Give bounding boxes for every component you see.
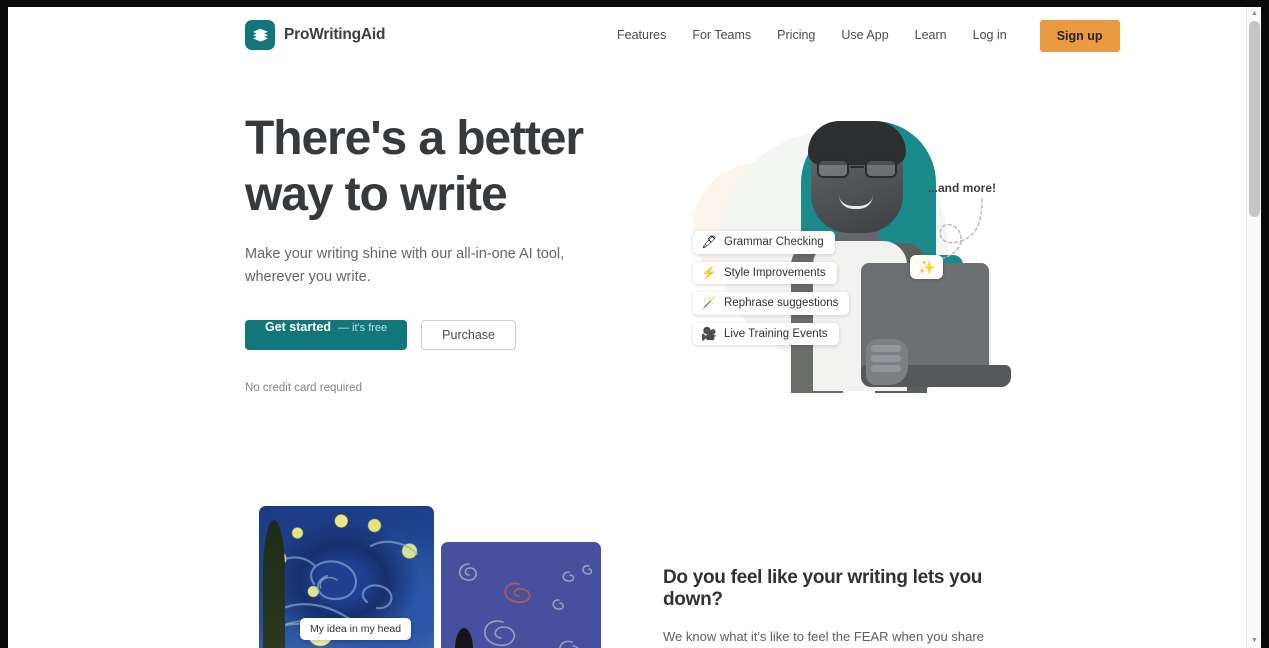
no-credit-card-note: No credit card required	[245, 382, 362, 394]
magic-wand-icon: 🪄	[701, 296, 717, 310]
brand-logo-link[interactable]: ProWritingAid	[245, 20, 386, 50]
feature-card-style-improvements[interactable]: ⚡ Style Improvements	[693, 261, 837, 284]
nav-item-for-teams[interactable]: For Teams	[679, 7, 764, 64]
feature-card-label: Live Training Events	[724, 327, 828, 340]
main-navigation: Features For Teams Pricing Use App Learn…	[604, 7, 1120, 64]
vertical-scrollbar[interactable]: ▲ ▼	[1246, 7, 1261, 648]
hero-section: There's a better way to write Make your …	[245, 111, 605, 394]
hero-subtitle: Make your writing shine with our all-in-…	[245, 246, 565, 285]
section2-text-block: Do you feel like your writing lets you d…	[663, 567, 1023, 648]
feature-card-list: 🖋 Grammar Checking ⚡ Style Improvements …	[693, 231, 893, 353]
purchase-button[interactable]: Purchase	[421, 320, 516, 350]
feature-card-rephrase-suggestions[interactable]: 🪄 Rephrase suggestions	[693, 292, 850, 315]
scroll-up-arrow-icon[interactable]: ▲	[1247, 7, 1261, 21]
sparkle-badge: ✨	[910, 255, 944, 279]
feature-card-grammar-checking[interactable]: 🖋 Grammar Checking	[693, 231, 835, 254]
doodle-drawing-card	[441, 542, 601, 648]
nav-item-use-app[interactable]: Use App	[828, 7, 901, 64]
and-more-label: ...and more!	[928, 181, 997, 195]
my-idea-label: My idea in my head	[300, 618, 412, 640]
get-started-sublabel: — it's free	[338, 322, 388, 334]
hero-cta-group: Get started — it's free Purchase	[245, 320, 605, 350]
movie-camera-icon: 🎥	[701, 326, 717, 341]
scroll-down-arrow-icon[interactable]: ▼	[1247, 634, 1261, 648]
eyeglasses-icon	[817, 159, 897, 178]
quill-pen-icon: 🖋	[701, 235, 717, 249]
nav-item-features[interactable]: Features	[604, 7, 679, 64]
section2-body-text: We know what it's like to feel the FEAR …	[663, 629, 984, 644]
sign-up-button[interactable]: Sign up	[1039, 19, 1120, 52]
book-pages-icon	[245, 20, 275, 50]
lightning-bolt-icon: ⚡	[701, 265, 717, 280]
nav-item-log-in[interactable]: Log in	[960, 7, 1020, 64]
feature-card-live-training-events[interactable]: 🎥 Live Training Events	[693, 322, 839, 345]
feature-card-label: Grammar Checking	[724, 236, 824, 249]
page-content: ProWritingAid Features For Teams Pricing…	[8, 7, 1261, 648]
browser-window: ProWritingAid Features For Teams Pricing…	[0, 0, 1269, 648]
brand-name: ProWritingAid	[284, 26, 386, 43]
site-header: ProWritingAid Features For Teams Pricing…	[8, 7, 1246, 64]
feature-card-label: Style Improvements	[724, 266, 826, 279]
section2-heading: Do you feel like your writing lets you d…	[663, 567, 983, 610]
nav-item-pricing[interactable]: Pricing	[764, 7, 828, 64]
get-started-label: Get started	[265, 320, 331, 334]
feature-card-label: Rephrase suggestions	[724, 297, 839, 310]
scrollbar-thumb[interactable]	[1249, 21, 1260, 217]
nav-item-learn[interactable]: Learn	[902, 7, 960, 64]
get-started-button[interactable]: Get started — it's free	[245, 320, 408, 350]
hero-illustration: ...and more! ✨ 🖋 Grammar Checking ⚡ Styl…	[663, 103, 1033, 403]
browser-viewport: ProWritingAid Features For Teams Pricing…	[8, 7, 1261, 648]
hero-title: There's a better way to write	[245, 112, 584, 221]
cypress-tree-shape	[263, 520, 285, 648]
section2-illustration: My idea in my head	[253, 504, 603, 648]
